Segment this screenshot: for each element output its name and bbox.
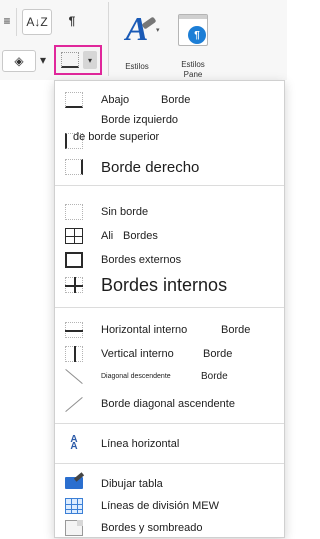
menu-item-label-secondary: Borde	[161, 94, 191, 106]
styles-button[interactable]: A ▾ Estilos	[112, 4, 162, 74]
list-icon[interactable]: ≡	[0, 10, 14, 32]
horizontal-inside-border-icon	[65, 322, 83, 338]
divider	[108, 2, 109, 76]
menu-item-right-border[interactable]: Borde derecho	[55, 155, 284, 179]
draw-table-icon	[65, 477, 83, 489]
menu-item-label: Diagonal descendente	[101, 372, 171, 380]
menu-item-label-secondary: Borde	[203, 348, 233, 360]
menu-item-view-gridlines[interactable]: Líneas de división MEW	[55, 495, 284, 517]
styles-label: Estilos	[125, 62, 149, 71]
menu-item-horizontal-inside-border[interactable]: Horizontal interno Borde	[55, 319, 284, 341]
borders-button[interactable]: ▾	[54, 45, 102, 75]
shading-dropdown-caret[interactable]: ▾	[38, 52, 48, 68]
no-border-icon	[65, 204, 83, 220]
right-border-icon	[65, 159, 83, 175]
menu-item-label-secondary: de borde superior	[73, 131, 160, 143]
menu-item-draw-table[interactable]: Dibujar tabla	[55, 473, 284, 495]
menu-item-label: Línea horizontal	[101, 438, 180, 450]
menu-item-inside-borders[interactable]: Bordes internos	[55, 271, 284, 299]
chevron-down-icon: ▾	[87, 55, 92, 65]
menu-item-label: Bordes y sombreado	[101, 522, 203, 534]
styles-icon: A	[125, 11, 149, 48]
diagonal-up-border-icon	[65, 397, 83, 412]
menu-item-label: Horizontal interno	[101, 324, 188, 336]
borders-and-shading-icon	[65, 520, 83, 536]
paragraph-badge-icon: ¶	[188, 26, 206, 44]
menu-item-bottom-border[interactable]: Abajo Borde	[55, 89, 284, 111]
vertical-inside-border-icon	[65, 346, 83, 362]
menu-divider	[55, 463, 284, 464]
menu-item-outside-borders[interactable]: Bordes externos	[55, 249, 284, 271]
diagonal-down-border-icon	[65, 369, 83, 384]
menu-item-label: Bordes externos	[101, 254, 182, 266]
gridlines-icon	[65, 498, 83, 514]
borders-dropdown-caret[interactable]: ▾	[83, 51, 97, 69]
styles-pane-label-line1: Estilos	[181, 60, 205, 69]
menu-item-diagonal-up-border[interactable]: Borde diagonal ascendente	[55, 393, 284, 415]
menu-item-left-border[interactable]: Borde izquierdo de borde superior	[55, 111, 284, 151]
menu-item-label: Vertical interno	[101, 348, 174, 360]
styles-pane-button[interactable]: ¶ Estilos Pane	[170, 4, 216, 79]
menu-item-label: Dibujar tabla	[101, 478, 163, 490]
menu-item-no-border[interactable]: Sin borde	[55, 201, 284, 223]
horizontal-line-icon: AA	[70, 434, 78, 452]
menu-item-label: Borde diagonal ascendente	[101, 398, 235, 410]
menu-item-label: Borde izquierdo	[101, 114, 179, 126]
show-formatting-marks-button[interactable]: ¶	[60, 9, 84, 33]
menu-item-label: Sin borde	[101, 206, 149, 218]
menu-item-label-secondary: Borde	[201, 370, 228, 382]
ribbon: ≡ A↓Z ¶ ◈ ▾ ▾ A ▾ Estilos ¶ Estilos Pane	[0, 0, 287, 80]
menu-divider	[55, 185, 284, 186]
menu-item-borders-and-shading[interactable]: Bordes y sombreado	[55, 517, 284, 539]
bottom-border-icon	[61, 52, 79, 68]
menu-item-label-secondary: Borde	[221, 324, 251, 336]
menu-item-horizontal-line[interactable]: AA Línea horizontal	[55, 433, 284, 455]
menu-item-label: Abajo	[101, 94, 130, 106]
sort-button[interactable]: A↓Z	[22, 9, 52, 35]
menu-item-label: Bordes internos	[101, 274, 228, 295]
shading-button[interactable]: ◈	[2, 50, 36, 72]
divider	[16, 8, 17, 36]
styles-pane-label-line2: Pane	[183, 70, 203, 79]
menu-divider	[55, 423, 284, 424]
chevron-down-icon: ▾	[39, 53, 47, 67]
sort-az-icon: A↓Z	[26, 15, 48, 29]
menu-item-vertical-inside-border[interactable]: Vertical interno Borde	[55, 343, 284, 365]
chevron-down-icon: ▾	[156, 27, 160, 34]
outside-borders-icon	[65, 252, 83, 268]
menu-divider	[55, 307, 284, 308]
menu-item-label: Líneas de división MEW	[101, 500, 219, 512]
menu-item-label: Ali	[101, 230, 114, 242]
bottom-border-icon	[65, 92, 83, 108]
borders-dropdown-menu: Abajo Borde Borde izquierdo de borde sup…	[54, 80, 285, 538]
all-borders-icon	[65, 228, 83, 244]
inside-borders-icon	[65, 277, 83, 293]
paint-bucket-icon: ◈	[14, 54, 24, 68]
menu-item-label-secondary: Bordes	[123, 230, 158, 242]
menu-item-all-borders[interactable]: Ali Bordes	[55, 225, 284, 247]
menu-item-label: Borde derecho	[101, 158, 200, 176]
menu-item-diagonal-down-border[interactable]: Diagonal descendente Borde	[55, 365, 284, 387]
paragraph-mark-icon: ¶	[68, 14, 76, 28]
